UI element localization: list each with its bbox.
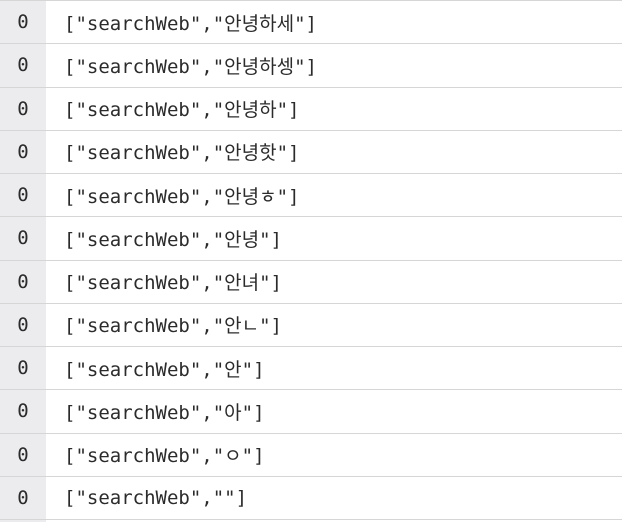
row-value: ["searchWeb","안녕하"] xyxy=(64,99,300,122)
table-row[interactable]: 0 ["searchWeb","안녕ㅎ"] xyxy=(0,174,622,218)
row-value: ["searchWeb","아"] xyxy=(64,401,265,424)
row-value: ["searchWeb","안녕하세"] xyxy=(64,12,317,35)
table-row[interactable]: 0 ["searchWeb","안녕하"] xyxy=(0,87,622,131)
table-row[interactable]: 0 ["searchWeb","안ㄴ"] xyxy=(0,303,622,347)
row-count: 0 xyxy=(0,217,46,260)
row-value: ["searchWeb",""] xyxy=(64,486,248,509)
row-count: 0 xyxy=(0,174,46,217)
results-table: 0 ["searchWeb","안녕하세"] 0 ["searchWeb","안… xyxy=(0,0,622,522)
row-count: 0 xyxy=(0,303,46,346)
row-value: ["searchWeb","안"] xyxy=(64,358,265,381)
table-row[interactable]: 0 ["searchWeb","안녕핫"] xyxy=(0,130,622,174)
table-row[interactable]: 0 ["searchWeb","안"] xyxy=(0,347,622,391)
row-value: ["searchWeb","ㅇ"] xyxy=(64,445,265,468)
row-count: 0 xyxy=(0,130,46,173)
row-count: 0 xyxy=(0,390,46,433)
table-row[interactable]: 0 ["searchWeb",""] xyxy=(0,476,622,520)
row-value: ["searchWeb","안ㄴ"] xyxy=(64,315,282,338)
table-row[interactable]: 0 ["searchWeb","안녕"] xyxy=(0,217,622,261)
row-count: 0 xyxy=(0,44,46,87)
row-value: ["searchWeb","안녀"] xyxy=(64,272,282,295)
row-count: 0 xyxy=(0,260,46,303)
row-value: ["searchWeb","안녕ㅎ"] xyxy=(64,185,300,208)
row-count: 0 xyxy=(0,347,46,390)
row-value: ["searchWeb","안녕하셍"] xyxy=(64,55,317,78)
table-row[interactable]: 0 ["searchWeb","ㅇ"] xyxy=(0,433,622,477)
row-count: 0 xyxy=(0,433,46,476)
table-row[interactable]: 0 ["searchWeb","안녀"] xyxy=(0,260,622,304)
row-value: ["searchWeb","안녕핫"] xyxy=(64,142,300,165)
row-value: ["searchWeb","안녕"] xyxy=(64,228,282,251)
row-count: 0 xyxy=(0,1,46,44)
row-count: 0 xyxy=(0,476,46,519)
table-row[interactable]: 0 ["searchWeb","아"] xyxy=(0,390,622,434)
table-row[interactable]: 0 ["searchWeb","안녕하세"] xyxy=(0,1,622,45)
row-count: 0 xyxy=(0,87,46,130)
table-row[interactable]: 0 ["searchWeb","안녕하셍"] xyxy=(0,44,622,88)
